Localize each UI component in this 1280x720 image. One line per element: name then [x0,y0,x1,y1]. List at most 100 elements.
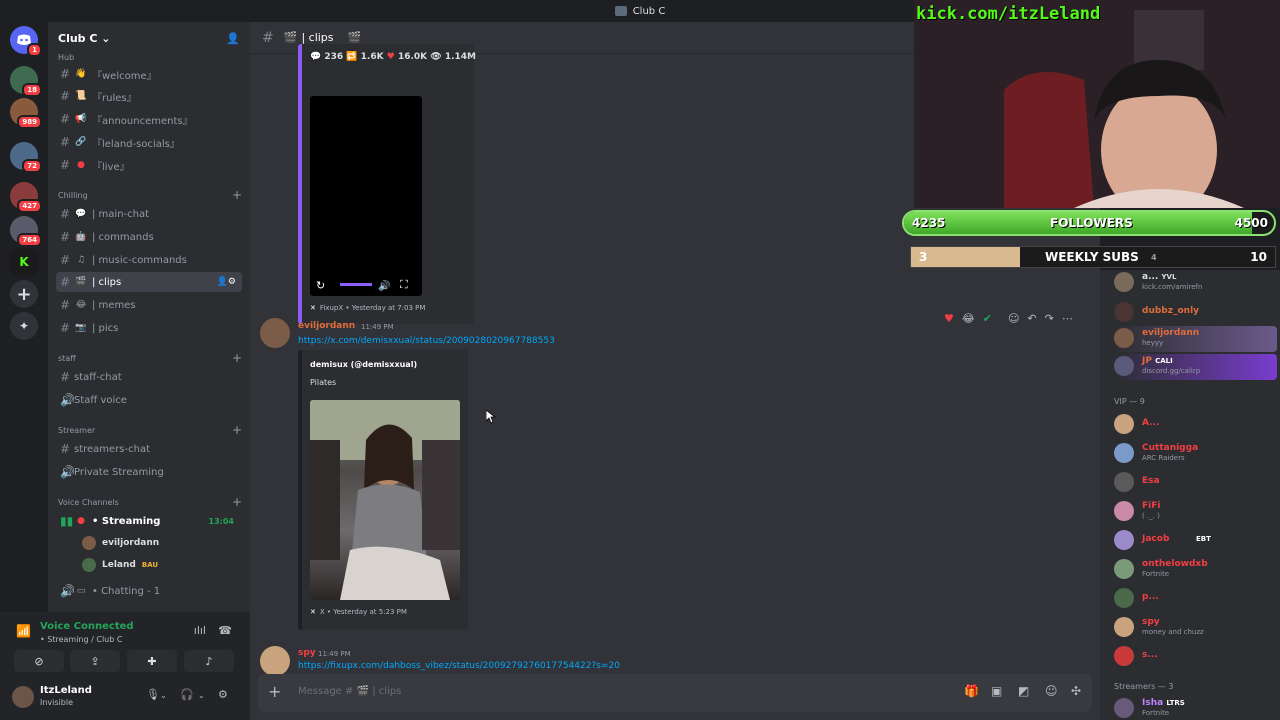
server-icon[interactable]: 989 [10,98,42,129]
channel-music-commands[interactable]: # ♫ | music-commands [56,250,242,270]
attach-icon[interactable]: + [268,682,281,701]
channel-staff-chat[interactable]: # staff-chat [56,367,242,387]
category-chilling[interactable]: Chilling + [56,188,242,202]
sticker-icon[interactable]: ◩ [1018,684,1029,698]
channel-streamers-chat[interactable]: # streamers-chat [56,439,242,459]
channel-commands[interactable]: # 🤖 | commands [56,227,242,247]
current-user[interactable]: ItzLeland Invisible 🎙 ⌄ 🎧 ⌄ ⚙ [10,682,240,714]
gear-icon[interactable]: ⚙ [218,688,228,701]
screen-share-button[interactable]: ⇪ [70,650,120,672]
avatar[interactable] [260,646,290,676]
channel-live[interactable]: # ● 『live』 [56,155,242,175]
gift-icon[interactable]: 🎁 [964,684,979,698]
reply-icon[interactable]: ↶ [1027,312,1036,325]
channel-rules[interactable]: # 📜 『rules』 [56,86,242,106]
category-staff[interactable]: staff + [56,351,242,365]
channel-pics[interactable]: # 📷 | pics [56,318,242,338]
gif-icon[interactable]: ▣ [991,684,1002,698]
member-item[interactable]: p... [1112,586,1277,612]
server-icon[interactable]: 764 [10,216,42,247]
channel-streaming[interactable]: ▮▮ ● • Streaming 13:04 [56,511,242,531]
member-item[interactable]: Isha LTRS Fortnite [1112,696,1277,720]
discord-home-icon[interactable]: 1 [10,26,42,57]
camera-button[interactable]: ⊘ [14,650,64,672]
settings-icon[interactable]: 👤⚙ [217,277,236,287]
server-icon[interactable]: 72 [10,142,42,173]
channel-clips[interactable]: # 🎬 | clips 👤⚙ [56,272,242,292]
add-member-icon[interactable]: 👤 [226,32,240,45]
member-item[interactable]: Cuttaniggа ARC Raiders [1112,441,1277,467]
fullscreen-icon[interactable]: ⛶ [400,278,408,292]
emoji-react-icon[interactable]: 😂 [962,312,975,325]
member-item[interactable]: FiFi( ._. ) [1112,499,1277,525]
category-voice[interactable]: Voice Channels + [56,495,242,509]
add-channel-icon[interactable]: + [232,188,242,202]
message-author[interactable]: eviljordann [298,321,355,331]
message-input[interactable]: Message # 🎬 | clips [298,686,401,697]
add-reaction-icon[interactable]: ☺ [1008,312,1019,325]
member-item[interactable]: spy money and chuzz [1112,615,1277,641]
message-author[interactable]: spy [298,648,316,658]
volume-icon[interactable]: 🔊 [378,281,390,292]
noise-suppression-icon[interactable]: ılıl [194,624,206,637]
channel-private-streaming[interactable]: 🔊 Private Streaming [56,462,242,482]
member-item[interactable]: Jacob EBT [1112,528,1277,554]
server-icon[interactable]: 18 [10,66,42,97]
apps-icon[interactable]: ✣ [1071,684,1081,698]
subs-goal: 10 [1250,250,1267,264]
forward-icon[interactable]: ↷ [1045,312,1054,325]
activities-button[interactable]: ✚ [127,650,177,672]
member-item[interactable]: s... [1112,644,1277,670]
embed-image[interactable] [310,400,460,600]
discover-icon[interactable]: ✦ [10,312,38,340]
category-hub[interactable]: Hub [56,50,242,64]
member-item[interactable]: onthelowdxb Fortnite [1112,557,1277,583]
message-link[interactable]: https://x.com/demisxxual/status/20090280… [298,336,555,346]
message-link[interactable]: https://fixupx.com/dahboss_vibez/status/… [298,661,620,671]
server-icon[interactable]: 427 [10,182,42,213]
avatar [1114,328,1134,348]
link-icon: 🔗 [75,137,87,147]
channel-staff-voice[interactable]: 🔊 Staff voice [56,390,242,410]
channel-chatting[interactable]: 🔊 ▭ • Chatting - 1 [56,581,242,601]
add-server-icon[interactable]: + [10,280,38,308]
member-item[interactable]: dubbz_only [1112,300,1277,326]
thread-icon[interactable]: 🎬 [348,31,362,44]
channel-label: | commands [92,231,154,243]
voice-active-icon: ▮▮ [60,514,74,528]
channel-main-chat[interactable]: # 💬 | main-chat [56,204,242,224]
chevron-down-icon[interactable]: ⌄ [160,691,167,700]
progress-bar[interactable] [340,283,372,286]
replay-icon[interactable]: ↻ [316,279,325,292]
signal-icon[interactable]: 📶 [16,624,31,638]
channel-welcome[interactable]: # 👋 『welcome』 [56,64,242,84]
channel-leland-socials[interactable]: # 🔗 『leland-socials』 [56,132,242,152]
heart-react-icon[interactable]: ♥ [944,312,954,325]
category-streamer[interactable]: Streamer + [56,423,242,437]
channel-announcements[interactable]: # 📢 『announcements』 [56,109,242,129]
headphones-icon[interactable]: 🎧 [180,688,194,701]
add-channel-icon[interactable]: + [232,423,242,437]
add-channel-icon[interactable]: + [232,351,242,365]
disconnect-icon[interactable]: ☎ [218,624,232,637]
chevron-down-icon[interactable]: ⌄ [198,691,205,700]
member-item[interactable]: eviljordann heyyy [1112,326,1277,352]
member-item[interactable]: JP CALI discord.gg/calirp [1112,354,1277,380]
voice-user-leland[interactable]: Leland BAU [56,555,242,575]
check-react-icon[interactable]: ✔ [983,312,992,325]
embed-author[interactable]: demisux (@demisxxual) [310,360,417,369]
avatar [1114,646,1134,666]
voice-user-eviljordann[interactable]: eviljordann [56,533,242,553]
member-item[interactable]: a... YVL kick.com/amirefn [1112,270,1277,296]
avatar[interactable] [260,318,290,348]
member-item[interactable]: A... [1112,412,1277,438]
soundboard-button[interactable]: ♪ [184,650,234,672]
video-player[interactable]: ↻ 🔊 ⛶ [310,96,422,296]
add-channel-icon[interactable]: + [232,495,242,509]
microphone-icon[interactable]: 🎙 [146,688,160,701]
emoji-icon[interactable]: ☺ [1045,684,1058,698]
kick-server-icon[interactable]: K [10,248,38,276]
member-item[interactable]: Esa [1112,470,1277,496]
channel-memes[interactable]: # 😂 | memes [56,295,242,315]
more-icon[interactable]: ⋯ [1062,312,1073,325]
